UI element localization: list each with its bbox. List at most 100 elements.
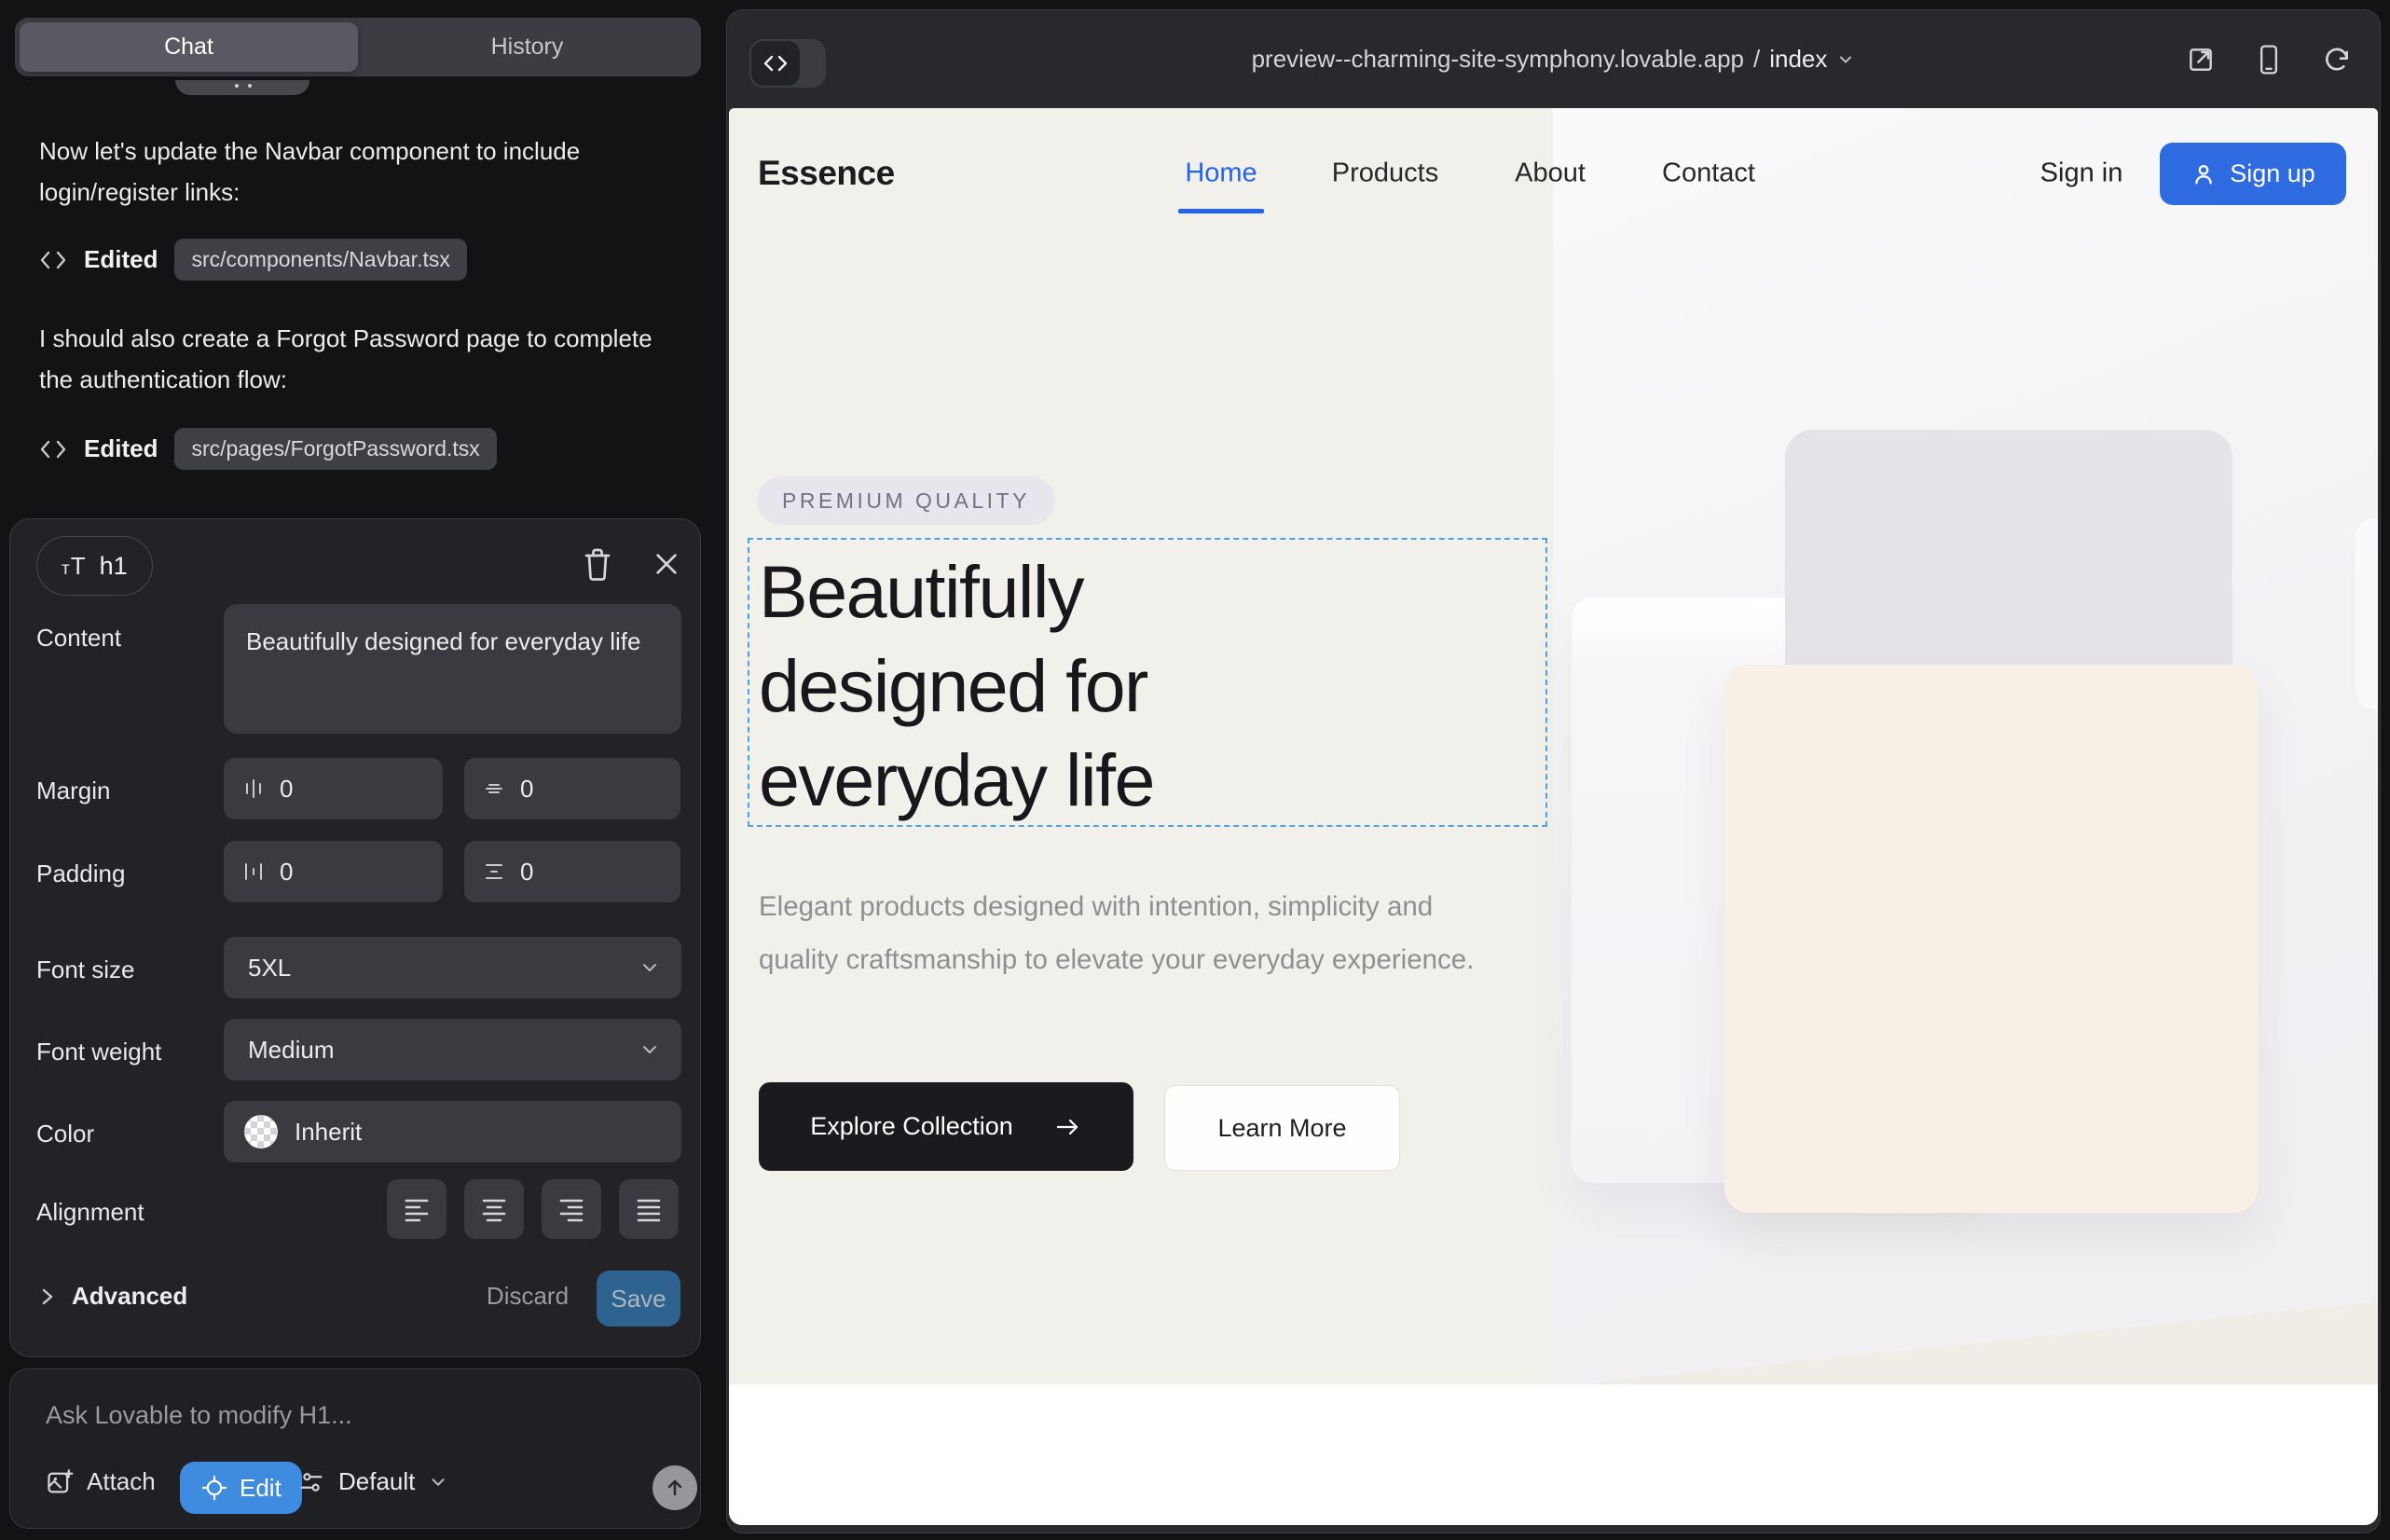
align-right-icon: [557, 1196, 585, 1222]
arrow-up-icon: [664, 1477, 686, 1499]
content-label: Content: [36, 624, 121, 653]
decor-card-edge: [2356, 518, 2378, 709]
model-mode-selector[interactable]: Default: [297, 1467, 448, 1496]
margin-label: Margin: [36, 777, 110, 805]
user-icon: [2191, 161, 2217, 187]
font-weight-value: Medium: [248, 1036, 334, 1065]
nav-link-home[interactable]: Home: [1185, 158, 1257, 189]
chat-input-box[interactable]: Ask Lovable to modify H1... Attach Edit: [9, 1368, 701, 1529]
color-select[interactable]: Inherit: [224, 1101, 681, 1162]
element-editor-panel: тT h1 Content Beautifully designed for e…: [9, 518, 701, 1357]
font-weight-label: Font weight: [36, 1038, 161, 1066]
element-tag-label: h1: [100, 552, 128, 581]
color-label: Color: [36, 1120, 94, 1148]
advanced-label: Advanced: [72, 1282, 187, 1311]
edited-label: Edited: [84, 434, 158, 463]
type-icon: тT: [62, 552, 87, 581]
padding-x-value: 0: [280, 858, 293, 887]
padding-x-input[interactable]: 0: [224, 841, 443, 902]
nav-link-about[interactable]: About: [1515, 158, 1586, 189]
margin-horizontal-icon: [242, 777, 265, 800]
edit-mode-button[interactable]: Edit: [180, 1462, 302, 1514]
chevron-down-icon: [428, 1472, 448, 1492]
edited-file-row: Edited src/components/Navbar.tsx: [39, 239, 467, 281]
chevron-down-icon: [639, 956, 661, 979]
external-link-icon[interactable]: [2186, 45, 2216, 75]
chat-input-placeholder: Ask Lovable to modify H1...: [46, 1401, 352, 1430]
hero-heading[interactable]: Beautifully designed for everyday life: [759, 544, 1154, 827]
url-page: index: [1769, 45, 1827, 74]
discard-button[interactable]: Discard: [481, 1282, 574, 1311]
image-attach-icon: [46, 1468, 74, 1496]
tab-chat[interactable]: Chat: [20, 22, 358, 72]
align-left-button[interactable]: [387, 1179, 446, 1239]
code-icon: [39, 249, 67, 271]
active-link-underline: [1178, 209, 1264, 213]
chevron-down-icon: [639, 1038, 661, 1061]
align-left-icon: [403, 1196, 431, 1222]
edited-file-row: Edited src/pages/ForgotPassword.tsx: [39, 428, 497, 470]
delete-element-button[interactable]: [581, 545, 614, 583]
font-size-label: Font size: [36, 956, 135, 984]
close-panel-button[interactable]: [652, 549, 681, 579]
edited-file-pill[interactable]: src/pages/ForgotPassword.tsx: [174, 428, 496, 470]
url-separator: /: [1753, 45, 1760, 74]
scrolled-pill-fragment: [175, 80, 309, 95]
mobile-icon[interactable]: [2255, 44, 2283, 76]
browser-actions: [2186, 10, 2352, 108]
edit-label: Edit: [240, 1474, 282, 1503]
dot: [235, 84, 239, 88]
refresh-icon[interactable]: [2322, 45, 2352, 75]
save-button[interactable]: Save: [597, 1271, 680, 1327]
margin-x-value: 0: [280, 775, 293, 804]
preview-window: preview--charming-site-symphony.lovable.…: [726, 9, 2381, 1533]
hero-section: PREMIUM QUALITY Beautifully designed for…: [729, 239, 2378, 1384]
margin-y-input[interactable]: 0: [464, 758, 680, 819]
explore-collection-button[interactable]: Explore Collection: [759, 1082, 1133, 1171]
attach-button[interactable]: Attach: [46, 1467, 156, 1496]
assistant-message: I should also create a Forgot Password p…: [39, 318, 692, 400]
target-icon: [200, 1474, 228, 1502]
align-right-button[interactable]: [542, 1179, 601, 1239]
nav-link-contact[interactable]: Contact: [1662, 158, 1755, 189]
align-center-button[interactable]: [464, 1179, 524, 1239]
chevron-right-icon: [38, 1286, 57, 1308]
url-domain: preview--charming-site-symphony.lovable.…: [1252, 45, 1744, 74]
learn-more-button[interactable]: Learn More: [1164, 1085, 1400, 1171]
edited-file-pill[interactable]: src/components/Navbar.tsx: [174, 239, 466, 281]
tab-history[interactable]: History: [358, 22, 696, 72]
sign-up-label: Sign up: [2230, 159, 2315, 188]
padding-y-value: 0: [520, 858, 533, 887]
align-center-icon: [480, 1196, 508, 1222]
padding-y-input[interactable]: 0: [464, 841, 680, 902]
font-size-select[interactable]: 5XL: [224, 937, 681, 998]
send-button[interactable]: [652, 1465, 697, 1510]
margin-y-value: 0: [520, 775, 533, 804]
color-value: Inherit: [295, 1118, 362, 1147]
nav-link-products[interactable]: Products: [1332, 158, 1438, 189]
site-navbar: Essence Home Products About Contact Sign…: [729, 108, 2378, 239]
sliders-icon: [297, 1468, 325, 1496]
dot: [248, 84, 252, 88]
alignment-label: Alignment: [36, 1198, 144, 1227]
arrow-right-icon: [1054, 1116, 1082, 1138]
explore-collection-label: Explore Collection: [810, 1112, 1013, 1141]
heading-line: Beautifully: [759, 544, 1154, 639]
code-icon: [39, 438, 67, 461]
sign-in-link[interactable]: Sign in: [2040, 158, 2123, 189]
margin-x-input[interactable]: 0: [224, 758, 443, 819]
font-weight-select[interactable]: Medium: [224, 1019, 681, 1080]
selected-element-chip[interactable]: тT h1: [36, 536, 153, 596]
padding-vertical-icon: [483, 860, 505, 883]
align-justify-button[interactable]: [619, 1179, 679, 1239]
attach-label: Attach: [87, 1467, 156, 1496]
sign-up-button[interactable]: Sign up: [2160, 143, 2346, 205]
margin-vertical-icon: [483, 777, 505, 800]
site-logo[interactable]: Essence: [758, 154, 895, 193]
hero-paragraph: Elegant products designed with intention…: [759, 880, 1504, 986]
edited-label: Edited: [84, 245, 158, 274]
content-input[interactable]: Beautifully designed for everyday life: [224, 604, 681, 734]
chat-history-tabbar: Chat History: [15, 18, 701, 76]
advanced-toggle[interactable]: Advanced: [38, 1282, 187, 1311]
url-bar[interactable]: preview--charming-site-symphony.lovable.…: [727, 10, 2380, 108]
